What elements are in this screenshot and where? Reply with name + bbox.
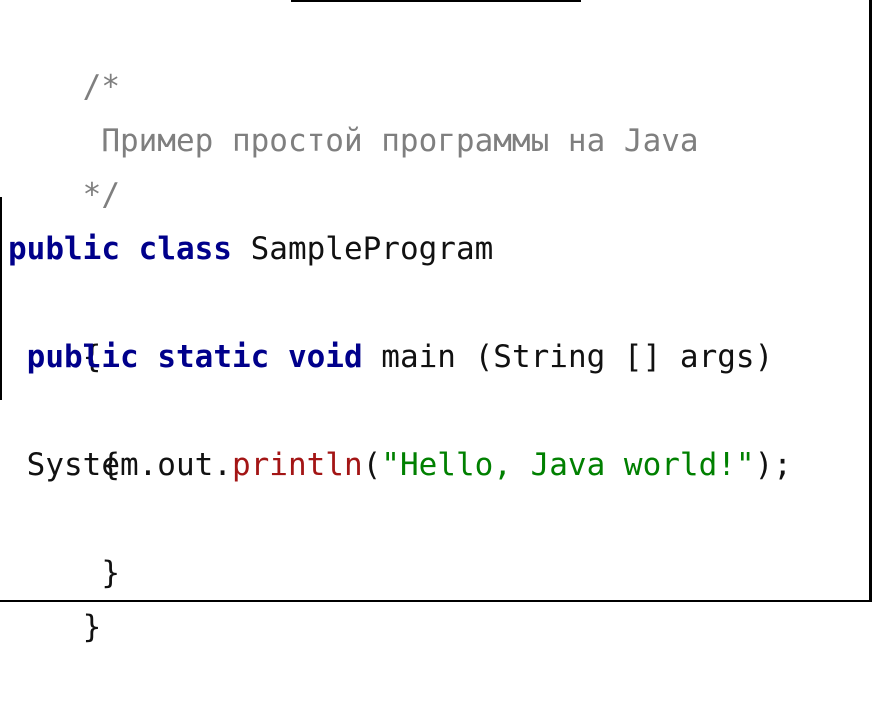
public-modifier: public [26, 339, 139, 375]
method-indent [8, 339, 27, 375]
println-method: println [231, 447, 363, 483]
class-keyword: class [138, 231, 232, 267]
hello-string: "Hello, Java world!" [381, 447, 755, 483]
system-out-text: System.out. [8, 447, 232, 483]
close-paren-semicolon: ); [754, 447, 792, 483]
void-keyword: void [287, 339, 363, 375]
println-line: System.out.println("Hello, Java world!")… [8, 438, 866, 492]
comment-open-line: /* [8, 6, 866, 105]
top-border-line [291, 0, 581, 2]
open-paren: ( [362, 447, 382, 483]
class-name: SampleProgram [231, 231, 494, 267]
inner-close-brace-line: } [8, 492, 866, 591]
class-declaration-line: public class SampleProgram [8, 222, 866, 276]
static-modifier: static [157, 339, 270, 375]
comment-close: */ [82, 177, 120, 213]
outer-close-brace: } [82, 609, 102, 645]
comment-text-line: Пример простой программы на Java [8, 60, 866, 159]
outer-close-brace-line: } [8, 546, 866, 645]
method-signature-line: public static void main (String [] args) [8, 330, 866, 384]
inner-close-brace: } [82, 555, 120, 591]
comment-text: Пример простой программы на Java [82, 123, 699, 159]
left-border-line [0, 197, 2, 400]
outer-open-brace-line: { [8, 276, 866, 375]
comment-open: /* [82, 69, 120, 105]
code-block: /* Пример простой программы на Java */ p… [8, 6, 866, 645]
public-keyword: public [8, 231, 120, 267]
inner-open-brace-line: { [8, 384, 866, 483]
main-signature: main (String [] args) [362, 339, 774, 375]
